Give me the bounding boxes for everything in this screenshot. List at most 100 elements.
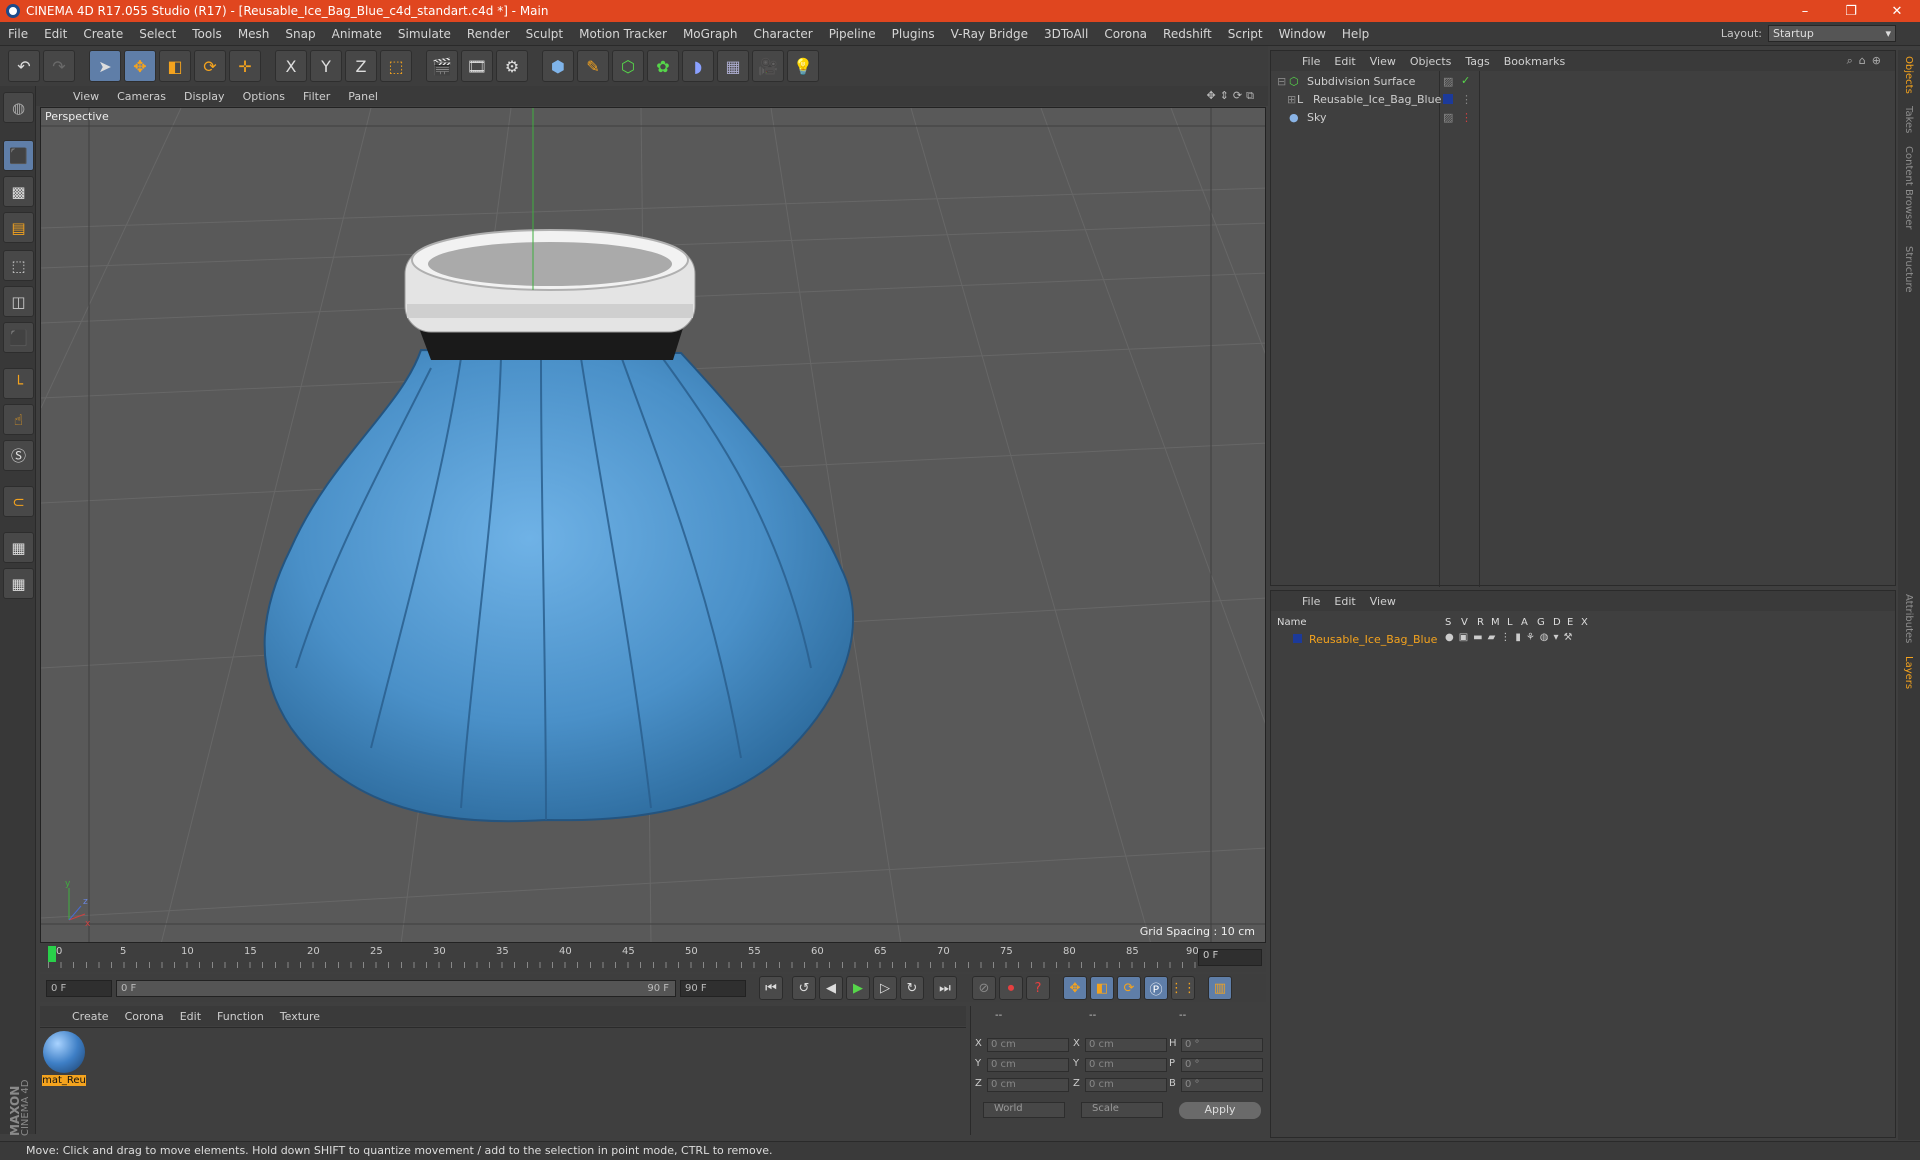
- rotation-b-field[interactable]: 0 °: [1181, 1078, 1263, 1092]
- cloner-icon[interactable]: ✿: [647, 50, 679, 82]
- layers-menu-file[interactable]: File: [1295, 595, 1327, 608]
- key-scale-icon[interactable]: ◧: [1090, 976, 1114, 1000]
- menu-motion-tracker[interactable]: Motion Tracker: [571, 27, 675, 41]
- viewport-menu-display[interactable]: Display: [175, 90, 234, 103]
- axis-y-button[interactable]: Y: [310, 50, 342, 82]
- playhead[interactable]: [48, 946, 56, 962]
- position-x-field[interactable]: 0 cm: [987, 1038, 1069, 1052]
- play-icon[interactable]: ▶: [846, 976, 870, 1000]
- rotate-tool-icon[interactable]: ⟳: [194, 50, 226, 82]
- viewport-menu-options[interactable]: Options: [234, 90, 294, 103]
- material-menu-texture[interactable]: Texture: [272, 1010, 328, 1023]
- object-row[interactable]: ⊞ L Reusable_Ice_Bag_Blue ⋮: [1271, 91, 1895, 109]
- select-tool-icon[interactable]: ➤: [89, 50, 121, 82]
- object-row[interactable]: ● Sky ▨ ⋮: [1271, 109, 1895, 127]
- objects-menu-objects[interactable]: Objects: [1403, 55, 1459, 68]
- previous-frame-icon[interactable]: ◀: [819, 976, 843, 1000]
- visibility-dots-icon[interactable]: ▨: [1443, 111, 1453, 124]
- tweak-mode-icon[interactable]: ☝: [3, 404, 34, 435]
- visibility-dots-icon[interactable]: ⋮: [1461, 111, 1472, 124]
- texture-mode-icon[interactable]: ▩: [3, 176, 34, 207]
- menu-redshift[interactable]: Redshift: [1155, 27, 1220, 41]
- polygons-mode-icon[interactable]: ⬛: [3, 322, 34, 353]
- render-view-icon[interactable]: 🎬: [426, 50, 458, 82]
- viewport-menu-panel[interactable]: Panel: [339, 90, 387, 103]
- objects-menu-bookmarks[interactable]: Bookmarks: [1497, 55, 1572, 68]
- make-editable-icon[interactable]: ◍: [3, 92, 34, 123]
- layers-menu-edit[interactable]: Edit: [1327, 595, 1362, 608]
- viewport-menu-filter[interactable]: Filter: [294, 90, 339, 103]
- model-mode-icon[interactable]: ⬛: [3, 140, 34, 171]
- layers-menu-view[interactable]: View: [1363, 595, 1403, 608]
- key-pla-icon[interactable]: ⋮⋮: [1170, 976, 1196, 1000]
- tab-takes[interactable]: Takes: [1903, 106, 1914, 133]
- menu-plugins[interactable]: Plugins: [884, 27, 943, 41]
- size-z-field[interactable]: 0 cm: [1085, 1078, 1167, 1092]
- next-frame-icon[interactable]: ▷: [873, 976, 897, 1000]
- light-icon[interactable]: 💡: [787, 50, 819, 82]
- goto-end-icon[interactable]: ⏭: [933, 976, 957, 1000]
- render-settings-icon[interactable]: ⚙: [496, 50, 528, 82]
- apply-button[interactable]: Apply: [1179, 1102, 1261, 1119]
- layer-name[interactable]: Reusable_Ice_Bag_Blue: [1309, 633, 1437, 646]
- goto-start-icon[interactable]: ⏮: [759, 976, 783, 1000]
- edges-mode-icon[interactable]: ◫: [3, 286, 34, 317]
- size-y-field[interactable]: 0 cm: [1085, 1058, 1167, 1072]
- menu-vray-bridge[interactable]: V-Ray Bridge: [943, 27, 1036, 41]
- menu-script[interactable]: Script: [1220, 27, 1271, 41]
- menu-tools[interactable]: Tools: [184, 27, 230, 41]
- menu-edit[interactable]: Edit: [36, 27, 75, 41]
- autokey-icon[interactable]: ?: [1026, 976, 1050, 1000]
- perspective-viewport[interactable]: y x z Perspective Grid Spacing : 10 cm: [40, 107, 1266, 943]
- menu-mograph[interactable]: MoGraph: [675, 27, 746, 41]
- tab-structure[interactable]: Structure: [1903, 246, 1914, 293]
- menu-character[interactable]: Character: [745, 27, 820, 41]
- menu-3dtoall[interactable]: 3DToAll: [1036, 27, 1096, 41]
- redo-icon[interactable]: ↷: [43, 50, 75, 82]
- menu-simulate[interactable]: Simulate: [390, 27, 459, 41]
- deformer-icon[interactable]: ◗: [682, 50, 714, 82]
- menu-file[interactable]: File: [0, 27, 36, 41]
- menu-window[interactable]: Window: [1271, 27, 1334, 41]
- key-position-icon[interactable]: ✥: [1063, 976, 1087, 1000]
- cube-object-icon[interactable]: ⬢: [542, 50, 574, 82]
- next-key-icon[interactable]: ↻: [900, 976, 924, 1000]
- menu-select[interactable]: Select: [131, 27, 184, 41]
- rotation-h-field[interactable]: 0 °: [1181, 1038, 1263, 1052]
- material-menu-create[interactable]: Create: [64, 1010, 117, 1023]
- visibility-dots-icon[interactable]: ▨: [1443, 75, 1453, 88]
- planar-workplane-icon[interactable]: ▦: [3, 568, 34, 599]
- tab-attributes[interactable]: Attributes: [1903, 594, 1914, 643]
- key-rotation-icon[interactable]: ⟳: [1117, 976, 1141, 1000]
- tab-objects[interactable]: Objects: [1903, 56, 1914, 94]
- layer-row[interactable]: Reusable_Ice_Bag_Blue ●▣▬▰⋮▮⚘◍▾⚒: [1271, 631, 1895, 649]
- axis-x-button[interactable]: X: [275, 50, 307, 82]
- material-menu-corona[interactable]: Corona: [117, 1010, 172, 1023]
- snap-icon[interactable]: Ⓢ: [3, 440, 34, 471]
- axis-mode-icon[interactable]: └: [3, 368, 34, 399]
- lock-workplane-icon[interactable]: ▦: [3, 532, 34, 563]
- scale-tool-icon[interactable]: ◧: [159, 50, 191, 82]
- current-frame-field[interactable]: 0 F: [1198, 949, 1262, 966]
- close-button[interactable]: ✕: [1874, 4, 1920, 19]
- previous-key-icon[interactable]: ↺: [792, 976, 816, 1000]
- floor-icon[interactable]: ▦: [717, 50, 749, 82]
- camera-icon[interactable]: 🎥: [752, 50, 784, 82]
- tab-content-browser[interactable]: Content Browser: [1903, 146, 1914, 229]
- motion-record-icon[interactable]: ⊘: [972, 976, 996, 1000]
- maximize-button[interactable]: ❐: [1828, 4, 1874, 19]
- points-mode-icon[interactable]: ⬚: [3, 250, 34, 281]
- menu-pipeline[interactable]: Pipeline: [821, 27, 884, 41]
- workplane-icon[interactable]: ▤: [3, 212, 34, 243]
- position-z-field[interactable]: 0 cm: [987, 1078, 1069, 1092]
- viewport-menu-view[interactable]: View: [64, 90, 108, 103]
- transform-tool-icon[interactable]: ✛: [229, 50, 261, 82]
- objects-menu-view[interactable]: View: [1363, 55, 1403, 68]
- magnet-icon[interactable]: ⊂: [3, 486, 34, 517]
- coordinate-mode-select[interactable]: Scale: [1081, 1102, 1163, 1118]
- move-tool-icon[interactable]: ✥: [124, 50, 156, 82]
- layer-toggle-icons[interactable]: ●▣▬▰⋮▮⚘◍▾⚒: [1445, 632, 1578, 643]
- render-picture-viewer-icon[interactable]: 🎞: [461, 50, 493, 82]
- menu-snap[interactable]: Snap: [277, 27, 323, 41]
- material-menu-edit[interactable]: Edit: [172, 1010, 209, 1023]
